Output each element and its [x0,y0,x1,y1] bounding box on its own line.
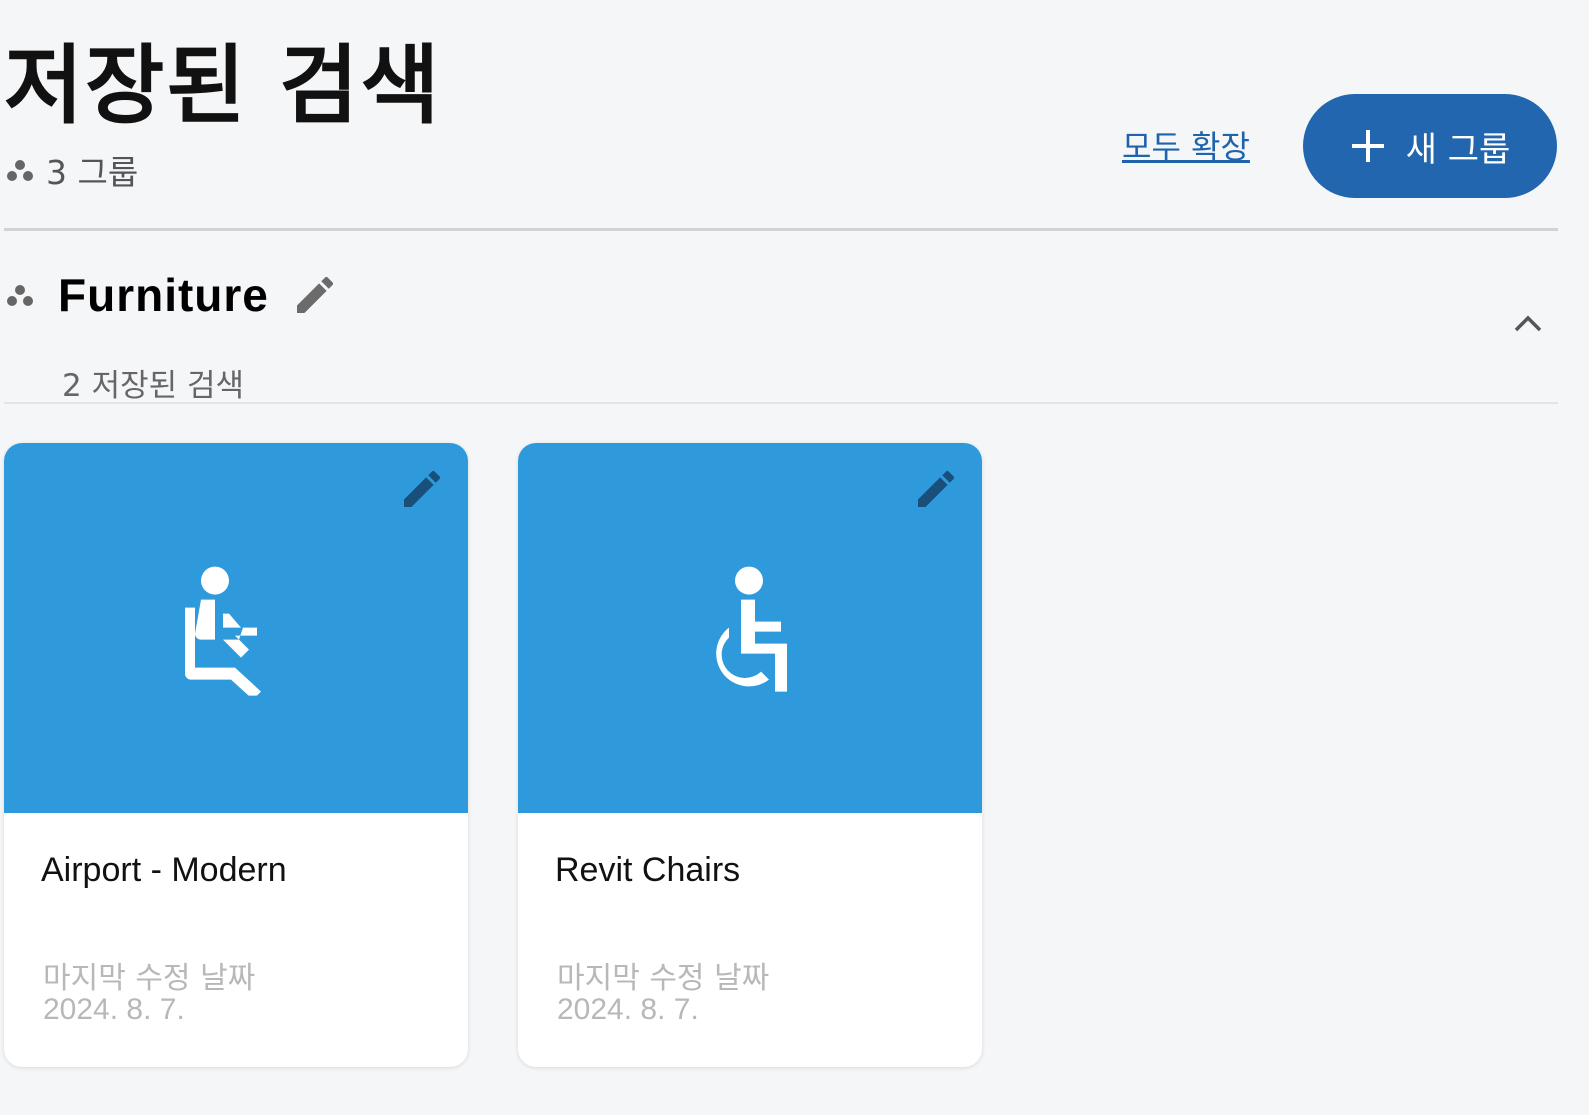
plus-icon [1351,130,1384,162]
card-banner [4,443,468,813]
group-icon [7,160,33,181]
group-count-text: 3 그룹 [46,153,139,192]
chevron-up-icon[interactable] [1508,306,1548,340]
card-modified-date: 2024. 8. 7. [557,993,699,1026]
card-title: Revit Chairs [555,851,741,889]
saved-searches-page: 저장된 검색 3 그룹 모두 확장 새 그룹 Furniture 2 저장된 검… [0,0,1589,1115]
edit-icon[interactable] [912,465,960,513]
group-name: Furniture [58,269,269,321]
saved-search-card[interactable]: Airport - Modern 마지막 수정 날짜 2024. 8. 7. [4,443,468,1067]
saved-search-count: 2 저장된 검색 [62,368,245,404]
card-banner [518,443,982,813]
edit-group-icon[interactable] [291,271,339,319]
card-modified-date: 2024. 8. 7. [43,993,185,1026]
seated-person-icon [185,566,261,696]
expand-all-link[interactable]: 모두 확장 [1122,122,1250,168]
group-divider [4,402,1558,404]
wheelchair-icon [716,566,787,692]
edit-icon[interactable] [398,465,446,513]
card-modified-label: 마지막 수정 날짜 [557,961,770,996]
card-modified-label: 마지막 수정 날짜 [43,961,256,996]
card-title: Airport - Modern [41,851,287,889]
group-header: Furniture [6,268,339,322]
saved-search-card[interactable]: Revit Chairs 마지막 수정 날짜 2024. 8. 7. [518,443,982,1067]
new-group-label: 새 그룹 [1405,129,1511,170]
group-icon [7,285,33,306]
header-divider [4,228,1558,231]
new-group-button[interactable]: 새 그룹 [1303,94,1557,198]
page-title: 저장된 검색 [4,36,442,136]
group-count: 3 그룹 [6,146,138,194]
